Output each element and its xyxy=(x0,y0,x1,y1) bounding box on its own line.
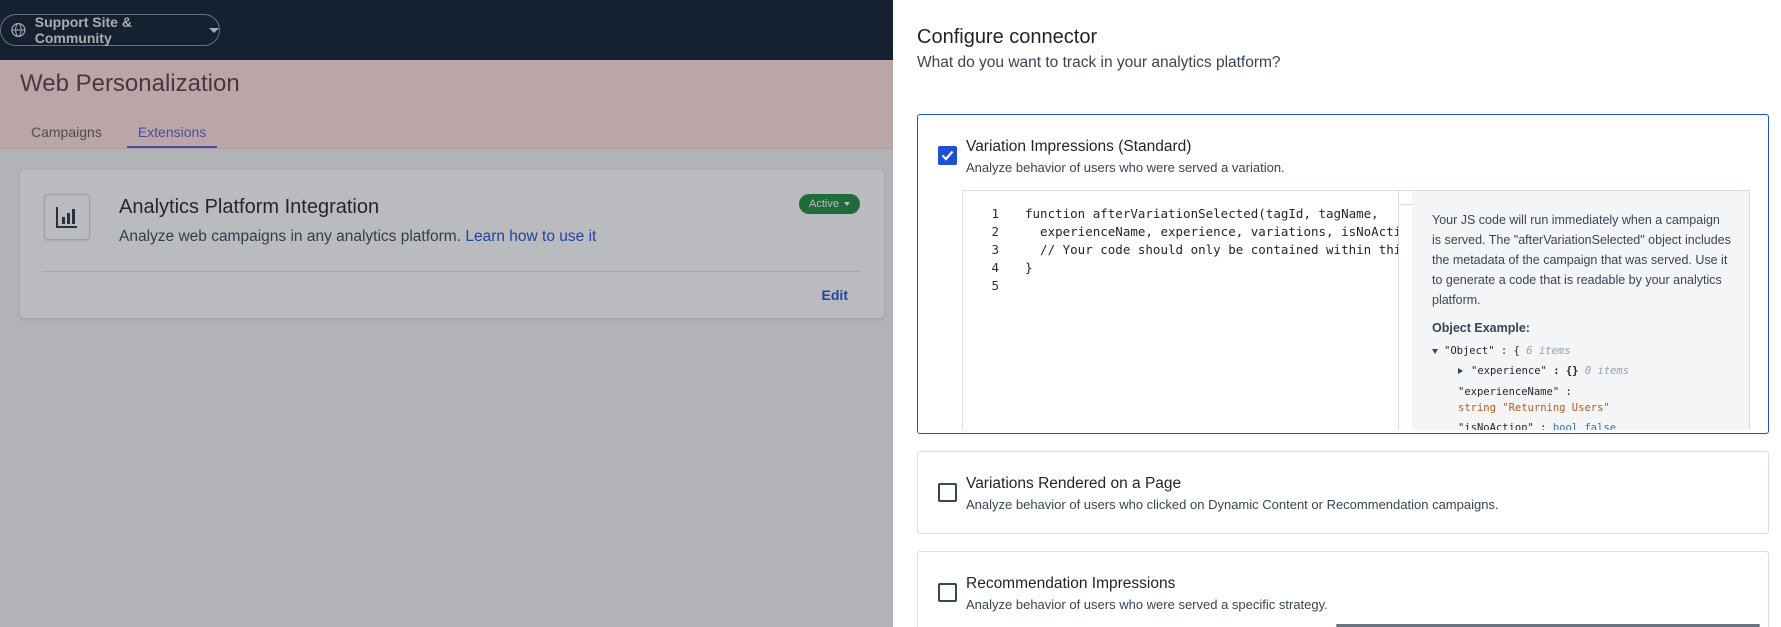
tree-type: string xyxy=(1458,402,1496,414)
expand-caret-icon xyxy=(1432,348,1438,354)
tree-key: "Object" xyxy=(1444,345,1495,357)
code-editor[interactable]: 1 function afterVariationSelected(tagId,… xyxy=(963,191,1412,430)
tree-count: 6 items xyxy=(1526,345,1571,357)
option-variation-impressions[interactable]: Variation Impressions (Standard) Analyze… xyxy=(917,114,1769,434)
option-recommendation-impressions[interactable]: Recommendation Impressions Analyze behav… xyxy=(917,551,1769,627)
code-text: } xyxy=(1025,260,1033,275)
code-line: 5 xyxy=(963,278,1398,296)
option-title: Variation Impressions (Standard) xyxy=(966,138,1192,155)
code-text: function afterVariationSelected(tagId, t… xyxy=(1025,206,1379,221)
code-text: // Your code should only be contained wi… xyxy=(1040,242,1398,257)
tree-row-is-no-action: "isNoAction" : bool false xyxy=(1458,422,1616,430)
help-text: Your JS code will run immediately when a… xyxy=(1432,213,1731,307)
option-title: Recommendation Impressions xyxy=(966,575,1176,592)
editor-scrollbar[interactable] xyxy=(1399,191,1412,205)
line-number: 2 xyxy=(991,224,999,239)
variation-impressions-checkbox[interactable] xyxy=(938,146,957,165)
option-description: Analyze behavior of users who were serve… xyxy=(966,597,1328,612)
line-number: 1 xyxy=(991,206,999,221)
code-line: 2 experienceName, experience, variations… xyxy=(963,224,1399,242)
tree-value: "Returning Users" xyxy=(1502,402,1610,414)
option-title: Variations Rendered on a Page xyxy=(966,475,1182,492)
drawer-title: Configure connector xyxy=(917,26,1098,48)
collapse-caret-icon xyxy=(1458,368,1463,374)
code-editor-content[interactable]: 1 function afterVariationSelected(tagId,… xyxy=(963,191,1399,430)
line-number: 4 xyxy=(991,260,999,275)
tree-brace: : { xyxy=(1500,345,1520,357)
tree-row-experience[interactable]: "experience" : {} 0 items xyxy=(1458,365,1629,377)
check-icon xyxy=(941,150,954,161)
code-line: 3 // Your code should only be contained … xyxy=(963,242,1398,260)
tree-row-object[interactable]: "Object" : { 6 items xyxy=(1432,345,1570,357)
line-number: 5 xyxy=(991,278,999,293)
help-panel: Your JS code will run immediately when a… xyxy=(1412,191,1749,430)
tree-count: 0 items xyxy=(1584,365,1630,377)
option-variations-rendered[interactable]: Variations Rendered on a Page Analyze be… xyxy=(917,451,1769,534)
tree-row-experience-name-value: string "Returning Users" xyxy=(1458,402,1610,414)
tree-value: false xyxy=(1584,422,1617,430)
tree-value: : {} xyxy=(1553,365,1579,377)
tree-type: bool xyxy=(1552,422,1579,430)
line-number: 3 xyxy=(991,242,999,257)
object-example-label: Object Example: xyxy=(1432,321,1530,335)
tree-key: "experienceName" : xyxy=(1458,386,1572,398)
tree-key: "isNoAction" : xyxy=(1458,422,1547,430)
option-description: Analyze behavior of users who clicked on… xyxy=(966,497,1499,512)
code-line: 1 function afterVariationSelected(tagId,… xyxy=(963,206,1398,224)
tree-key: "experience" xyxy=(1471,365,1547,377)
backdrop-tint xyxy=(0,60,893,149)
recommendation-impressions-checkbox[interactable] xyxy=(938,583,957,602)
configure-connector-drawer: Configure connector What do you want to … xyxy=(893,0,1781,627)
code-text: experienceName, experience, variations, … xyxy=(1025,224,1399,239)
code-line: 4 } xyxy=(963,260,1398,278)
background-app: Support Site & Community Web Personaliza… xyxy=(0,0,893,627)
code-panel: 1 function afterVariationSelected(tagId,… xyxy=(962,190,1750,430)
tree-row-experience-name-key: "experienceName" : xyxy=(1458,386,1572,398)
drawer-subtitle: What do you want to track in your analyt… xyxy=(917,54,1281,71)
variations-rendered-checkbox[interactable] xyxy=(938,483,957,502)
option-description: Analyze behavior of users who were serve… xyxy=(966,160,1285,175)
